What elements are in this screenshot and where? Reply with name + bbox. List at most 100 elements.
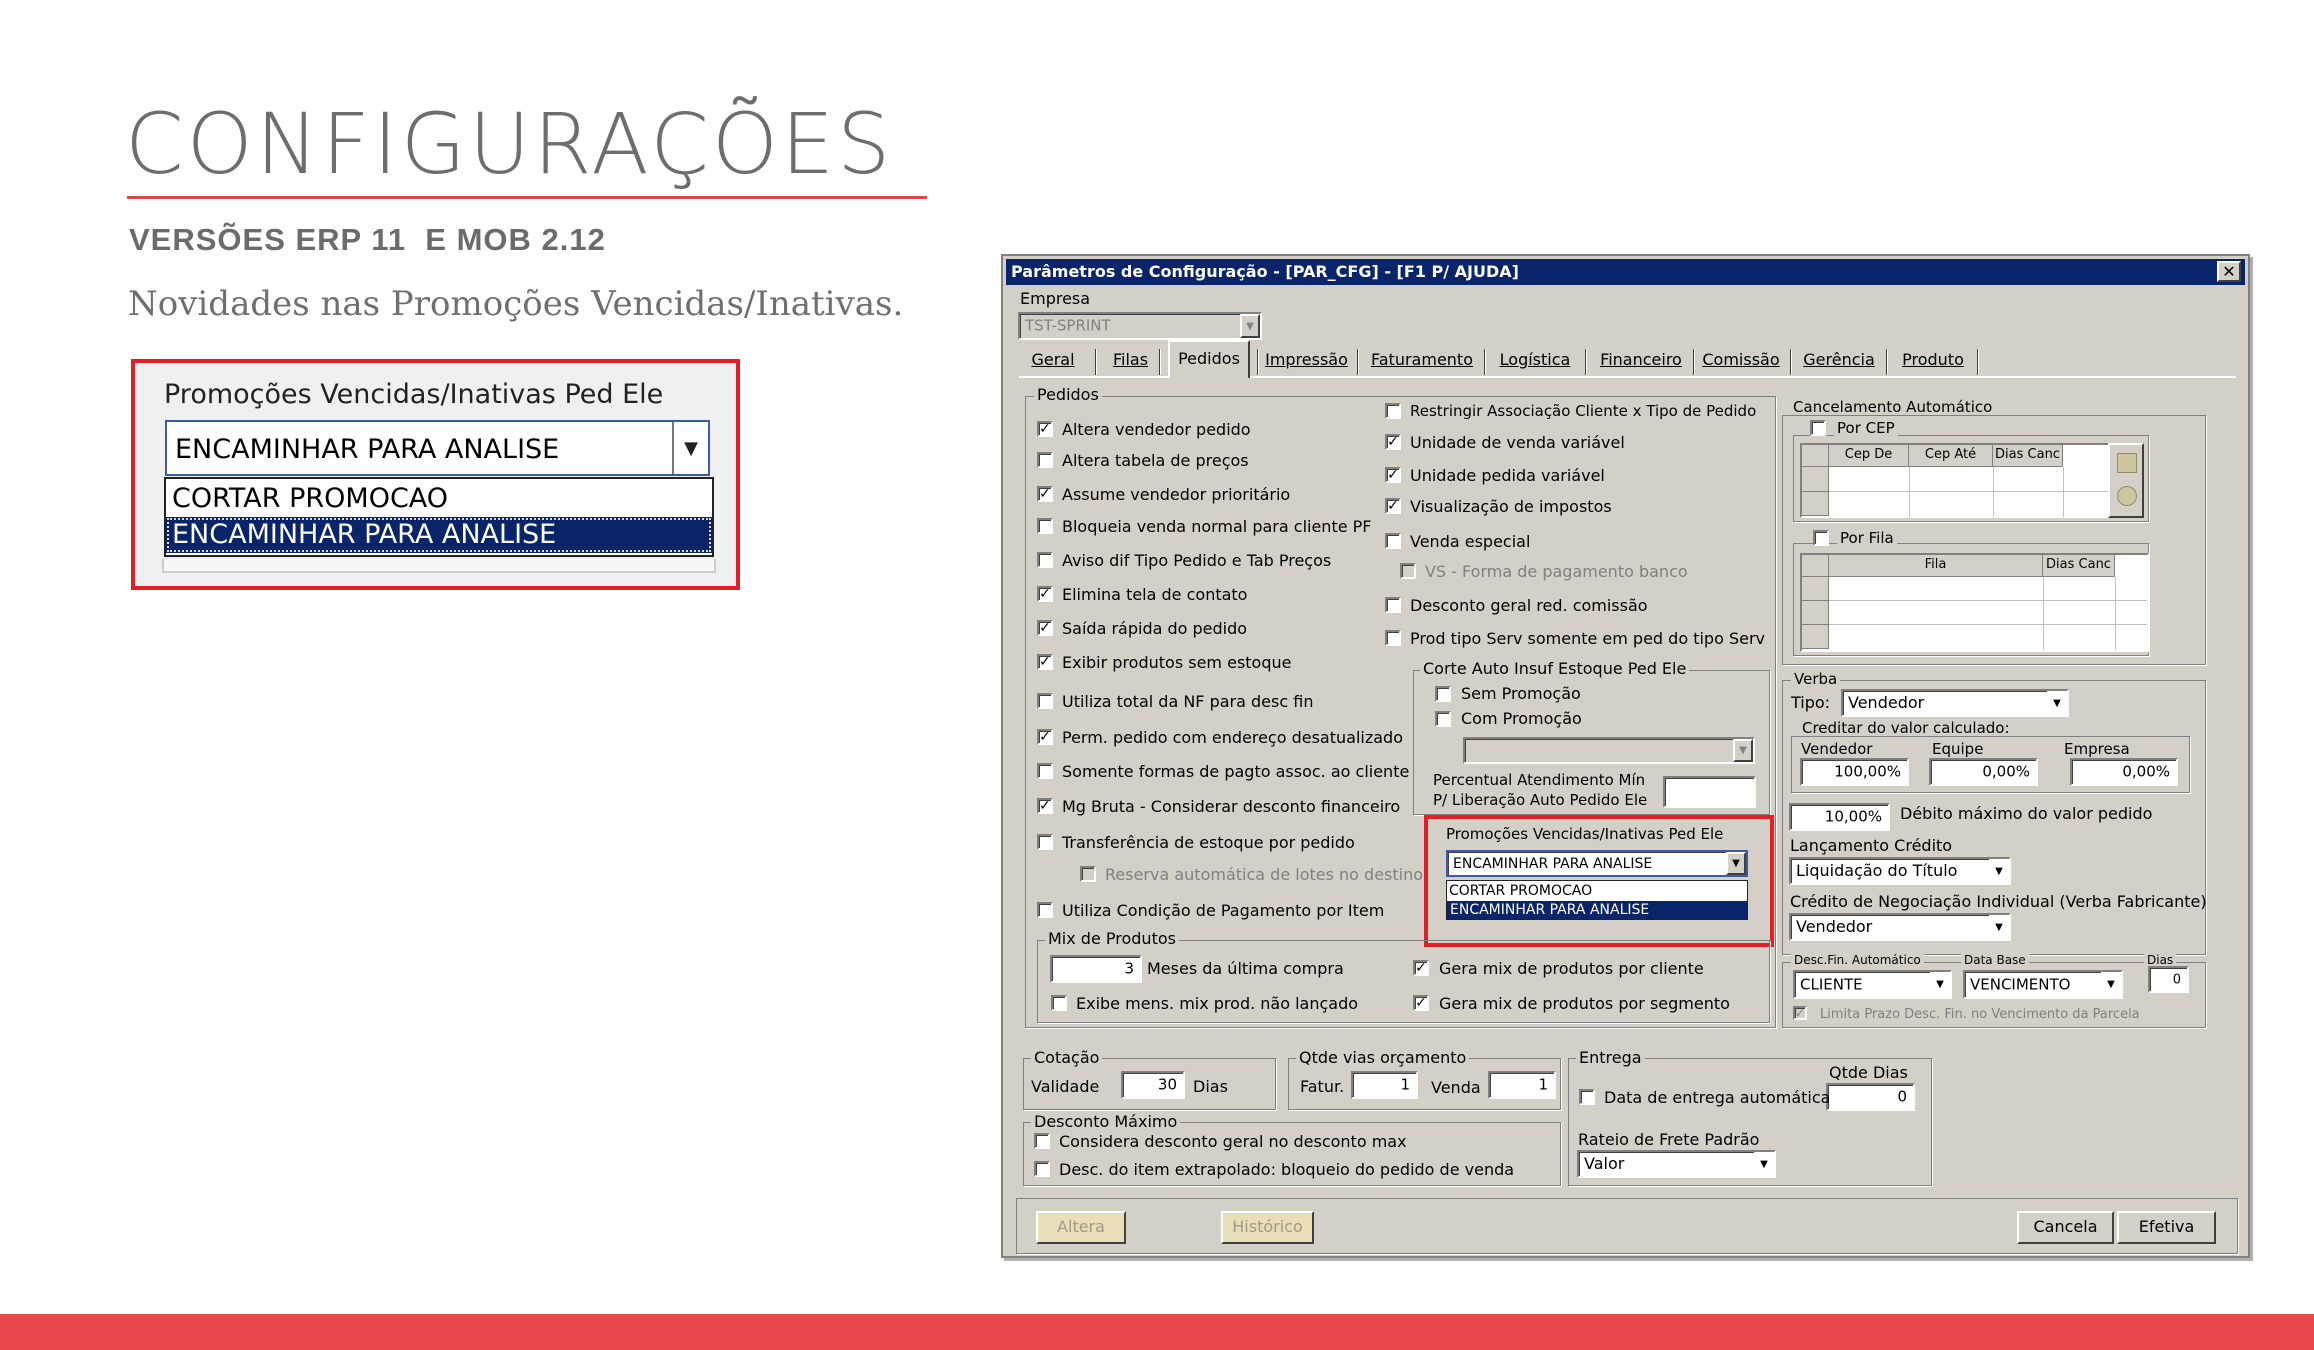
- credito-select[interactable]: Vendedor ▼: [1789, 913, 2011, 941]
- verba-vendedor-input[interactable]: 100,00%: [1800, 758, 1909, 786]
- limita-checkbox[interactable]: ✓: [1793, 1006, 1807, 1020]
- tab-separator: [1790, 349, 1792, 375]
- chevron-down-icon[interactable]: ▼: [1989, 859, 2009, 883]
- pedidos-left-checkbox-2[interactable]: ✓: [1037, 486, 1053, 502]
- promo-select[interactable]: ENCAMINHAR PARA ANALISE ▼: [1446, 850, 1748, 877]
- database-select[interactable]: VENCIMENTO ▼: [1963, 970, 2123, 999]
- pedidos-left-checkbox-13[interactable]: [1080, 866, 1096, 882]
- pedidos-left-checkbox-9[interactable]: ✓: [1037, 729, 1053, 745]
- chevron-down-icon[interactable]: ▼: [1733, 739, 1753, 762]
- pedidos-right-checkbox-7[interactable]: [1385, 630, 1401, 646]
- promo-option-encaminhar[interactable]: ENCAMINHAR PARA ANALISE: [1447, 901, 1747, 919]
- tab-geral[interactable]: Geral: [1025, 347, 1081, 375]
- cep-side-buttons: [2108, 443, 2144, 518]
- qtde-dias-value: 0: [1897, 1087, 1907, 1106]
- tab-financeiro[interactable]: Financeiro: [1594, 347, 1688, 375]
- mix-cliente-checkbox[interactable]: ✓: [1413, 960, 1429, 976]
- tab-logistica[interactable]: Logística: [1492, 347, 1578, 375]
- mix-meses-input[interactable]: 3: [1050, 955, 1142, 983]
- grid-row-header: [1802, 625, 1829, 649]
- por-cep-checkbox[interactable]: [1810, 420, 1826, 436]
- fatur-input[interactable]: 1: [1351, 1071, 1418, 1099]
- pedidos-left-checkbox-10[interactable]: [1037, 763, 1053, 779]
- pedidos-left-checkbox-8[interactable]: [1037, 693, 1053, 709]
- verba-empresa-input[interactable]: 0,00%: [2070, 758, 2178, 786]
- rateio-select[interactable]: Valor ▼: [1577, 1150, 1776, 1178]
- data-entrega-checkbox[interactable]: [1579, 1089, 1595, 1105]
- promo-option-cortar[interactable]: CORTAR PROMOCAO: [1449, 883, 1592, 899]
- desc-max-check-1[interactable]: [1034, 1133, 1050, 1149]
- cep-grid[interactable]: Cep De Cep Até Dias Canc: [1800, 443, 2138, 518]
- zoom-select[interactable]: ENCAMINHAR PARA ANALISE ▼: [165, 420, 710, 476]
- mix-meses-value: 3: [1124, 959, 1134, 978]
- close-icon[interactable]: ✕: [2217, 261, 2241, 282]
- altera-button[interactable]: Altera: [1036, 1211, 1126, 1244]
- sem-promocao-checkbox[interactable]: [1435, 686, 1451, 702]
- database-label: Data Base: [1961, 954, 2029, 966]
- percentual-input[interactable]: [1663, 776, 1756, 808]
- chevron-down-icon[interactable]: ▼: [1930, 972, 1950, 997]
- edit-icon[interactable]: [2117, 453, 2137, 473]
- tab-impressao[interactable]: Impressão: [1263, 347, 1350, 375]
- tab-comissao[interactable]: Comissão: [1701, 347, 1781, 375]
- chevron-down-icon[interactable]: ▼: [1726, 852, 1746, 875]
- chevron-down-icon[interactable]: ▼: [2101, 972, 2121, 997]
- desc-max-check-2[interactable]: [1034, 1161, 1050, 1177]
- rateio-value: Valor: [1584, 1154, 1625, 1173]
- chevron-down-icon[interactable]: ▼: [1754, 1152, 1774, 1176]
- pedidos-right-checkbox-0[interactable]: [1385, 403, 1401, 419]
- verba-equipe-input[interactable]: 0,00%: [1929, 758, 2038, 786]
- dias-input[interactable]: 0: [2148, 966, 2189, 993]
- pedidos-right-checkbox-5[interactable]: [1400, 563, 1416, 579]
- pedidos-right-checkbox-3[interactable]: ✓: [1385, 498, 1401, 514]
- credito-value: Vendedor: [1796, 917, 1873, 936]
- tab-pedidos[interactable]: Pedidos: [1168, 340, 1250, 378]
- pedidos-left-checkbox-14[interactable]: [1037, 902, 1053, 918]
- verba-tipo-select[interactable]: Vendedor ▼: [1841, 689, 2069, 717]
- clear-icon[interactable]: [2117, 486, 2137, 506]
- validade-input[interactable]: 30: [1121, 1071, 1185, 1099]
- qtde-dias-input[interactable]: 0: [1826, 1083, 1915, 1111]
- pedidos-left-checkbox-5[interactable]: ✓: [1037, 586, 1053, 602]
- pedidos-left-label-10: Somente formas de pagto assoc. ao client…: [1062, 762, 1410, 781]
- pedidos-left-checkbox-4[interactable]: [1037, 552, 1053, 568]
- tab-produto[interactable]: Produto: [1893, 347, 1973, 375]
- fila-grid[interactable]: Fila Dias Canc: [1800, 553, 2149, 652]
- venda-input[interactable]: 1: [1488, 1071, 1556, 1099]
- com-promocao-checkbox[interactable]: [1435, 711, 1451, 727]
- tab-faturamento[interactable]: Faturamento: [1366, 347, 1478, 375]
- pedidos-left-checkbox-6[interactable]: ✓: [1037, 620, 1053, 636]
- lancamento-select[interactable]: Liquidação do Título ▼: [1789, 857, 2011, 885]
- empresa-select[interactable]: TST-SPRINT ▼: [1018, 312, 1262, 340]
- desc-fin-value: CLIENTE: [1800, 975, 1863, 993]
- pedidos-right-checkbox-1[interactable]: ✓: [1385, 434, 1401, 450]
- pedidos-right-checkbox-6[interactable]: [1385, 597, 1401, 613]
- pedidos-left-checkbox-0[interactable]: ✓: [1037, 421, 1053, 437]
- mix-exibe-checkbox[interactable]: [1051, 995, 1067, 1011]
- chevron-down-icon[interactable]: ▼: [1989, 915, 2009, 939]
- tab-separator: [1484, 349, 1486, 375]
- chevron-down-icon[interactable]: ▼: [1240, 314, 1260, 338]
- pedidos-left-checkbox-1[interactable]: [1037, 452, 1053, 468]
- zoom-option-cortar[interactable]: CORTAR PROMOCAO: [166, 481, 712, 517]
- zoom-option-encaminhar[interactable]: ENCAMINHAR PARA ANALISE: [166, 517, 712, 553]
- tab-filas[interactable]: Filas: [1104, 347, 1157, 375]
- tab-gerencia[interactable]: Gerência: [1798, 347, 1880, 375]
- pedidos-right-checkbox-4[interactable]: [1385, 533, 1401, 549]
- chevron-down-icon[interactable]: ▼: [672, 422, 708, 474]
- chevron-down-icon[interactable]: ▼: [2047, 691, 2067, 715]
- historico-button[interactable]: Histórico: [1221, 1211, 1314, 1244]
- pedidos-left-checkbox-11[interactable]: ✓: [1037, 798, 1053, 814]
- cancela-button[interactable]: Cancela: [2017, 1211, 2114, 1244]
- pedidos-left-checkbox-3[interactable]: [1037, 518, 1053, 534]
- zoom-panel-edge: [162, 559, 716, 573]
- pedidos-left-checkbox-12[interactable]: [1037, 834, 1053, 850]
- corte-combo[interactable]: ▼: [1463, 737, 1755, 764]
- mix-segmento-checkbox[interactable]: ✓: [1413, 995, 1429, 1011]
- desc-fin-select[interactable]: CLIENTE ▼: [1793, 970, 1952, 999]
- pedidos-left-checkbox-7[interactable]: ✓: [1037, 654, 1053, 670]
- pedidos-right-checkbox-2[interactable]: ✓: [1385, 467, 1401, 483]
- por-fila-checkbox[interactable]: [1813, 530, 1829, 546]
- debito-input[interactable]: 10,00%: [1789, 803, 1890, 831]
- efetiva-button[interactable]: Efetiva: [2117, 1211, 2216, 1244]
